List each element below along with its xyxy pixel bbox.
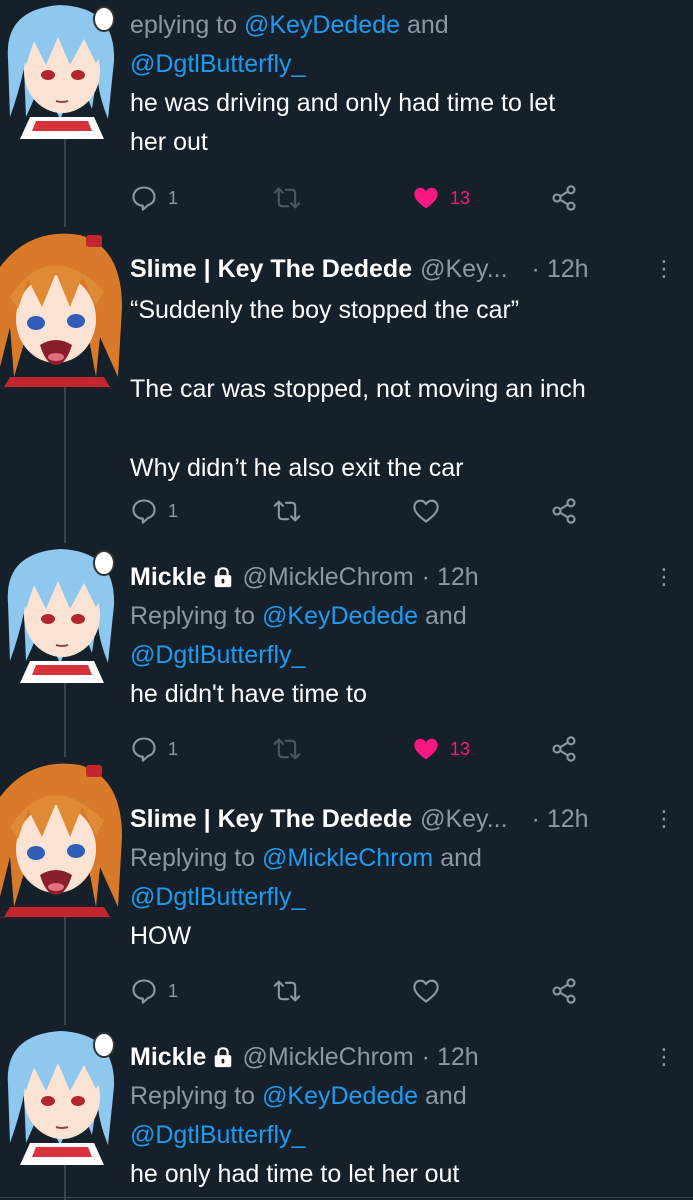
reply-context: Replying to @KeyDedede and @DgtlButterfl…: [130, 597, 665, 675]
avatar[interactable]: [0, 533, 122, 693]
retweet-button[interactable]: [273, 977, 301, 1005]
reply-icon: [130, 497, 158, 525]
and-label: and: [418, 1082, 467, 1110]
avatar[interactable]: [0, 755, 122, 919]
reply-count: 1: [168, 500, 179, 521]
replying-to-label: Replying to: [130, 602, 263, 630]
like-button[interactable]: [412, 497, 440, 525]
display-name[interactable]: Mickle: [130, 558, 206, 597]
display-name[interactable]: Mickle: [130, 1038, 206, 1077]
tweet[interactable]: Slime | Key The Dedede @Key... · 12h ⋮ R…: [0, 755, 693, 1013]
share-icon: [550, 497, 578, 525]
more-icon[interactable]: ⋮: [653, 1037, 675, 1076]
tweet-text: he was driving and only had time to let …: [130, 89, 556, 156]
share-button[interactable]: [550, 184, 578, 212]
user-handle[interactable]: @Key...: [420, 800, 507, 839]
and-label: and: [433, 844, 482, 872]
more-icon[interactable]: ⋮: [653, 249, 675, 288]
tweet[interactable]: Mickle @MickleChrom · 12h ⋮ Replying to …: [0, 1013, 693, 1200]
mention-link[interactable]: @DgtlButterfly_: [130, 641, 305, 669]
retweet-icon: [273, 497, 301, 525]
tweet-header: Mickle @MickleChrom · 12h ⋮: [130, 1037, 675, 1077]
replying-to-label: eplying to: [130, 11, 244, 39]
like-button[interactable]: 13: [412, 184, 470, 212]
mention-link[interactable]: @KeyDedede: [262, 602, 418, 630]
mention-link[interactable]: @DgtlButterfly_: [130, 1121, 305, 1149]
share-button[interactable]: [550, 497, 578, 525]
share-icon: [550, 977, 578, 1005]
reply-count: 1: [168, 187, 179, 208]
reply-button[interactable]: 1: [130, 497, 178, 525]
lock-icon: [212, 1046, 234, 1068]
tweet-text: HOW: [130, 922, 192, 950]
reply-button[interactable]: 1: [130, 977, 178, 1005]
tweet-header: Slime | Key The Dedede @Key... · 12h ⋮: [130, 249, 675, 289]
tweet-header: Slime | Key The Dedede @Key... · 12h ⋮: [130, 799, 675, 839]
timestamp[interactable]: · 12h: [532, 800, 589, 839]
and-label: and: [400, 11, 449, 39]
avatar[interactable]: [0, 0, 122, 142]
tweet-header: Mickle @MickleChrom · 12h ⋮: [130, 557, 675, 597]
retweet-button[interactable]: [273, 184, 301, 212]
display-name[interactable]: Slime | Key The Dedede: [130, 250, 412, 289]
share-icon: [550, 184, 578, 212]
retweet-icon: [273, 977, 301, 1005]
heart-icon: [412, 497, 440, 525]
avatar[interactable]: [0, 225, 122, 389]
tweet-actions: 1 13: [130, 184, 590, 214]
tweet-text: he didn't have time to: [130, 680, 367, 708]
user-handle[interactable]: @MickleChrom: [242, 1038, 413, 1077]
heart-icon: [412, 977, 440, 1005]
timestamp[interactable]: · 12h: [532, 250, 589, 289]
tweet[interactable]: Mickle @MickleChrom · 12h ⋮ Replying to …: [0, 533, 693, 755]
reply-icon: [130, 977, 158, 1005]
like-button[interactable]: [412, 977, 440, 1005]
timestamp[interactable]: · 12h: [422, 1038, 479, 1077]
reply-context: eplying to @KeyDedede and @DgtlButterfly…: [130, 6, 665, 84]
retweet-button[interactable]: [273, 497, 301, 525]
retweet-icon: [273, 184, 301, 212]
replying-to-label: Replying to: [130, 844, 263, 872]
tweet-actions: 1: [130, 497, 590, 527]
heart-icon: [412, 184, 440, 212]
more-icon[interactable]: ⋮: [653, 799, 675, 838]
avatar[interactable]: [0, 1013, 122, 1177]
like-count: 13: [450, 187, 471, 208]
tweet-text: he only had time to let her out: [130, 1160, 460, 1188]
tweet-text: “Suddenly the boy stopped the car” The c…: [130, 296, 586, 482]
reply-count: 1: [168, 980, 179, 1001]
tweet-thread: eplying to @KeyDedede and @DgtlButterfly…: [0, 0, 693, 1200]
lock-icon: [212, 566, 234, 588]
mention-link[interactable]: @KeyDedede: [244, 11, 400, 39]
mention-link[interactable]: @MickleChrom: [262, 844, 433, 872]
bottom-divider: [0, 1197, 693, 1198]
timestamp[interactable]: · 12h: [422, 558, 479, 597]
mention-link[interactable]: @KeyDedede: [262, 1082, 418, 1110]
tweet-actions: 1: [130, 977, 590, 1007]
tweet[interactable]: Slime | Key The Dedede @Key... · 12h ⋮ “…: [0, 225, 693, 533]
reply-button[interactable]: 1: [130, 184, 178, 212]
share-button[interactable]: [550, 977, 578, 1005]
more-icon[interactable]: ⋮: [653, 557, 675, 596]
mention-link[interactable]: @DgtlButterfly_: [130, 50, 305, 78]
user-handle[interactable]: @Key...: [420, 250, 507, 289]
reply-context: Replying to @MickleChrom and @DgtlButter…: [130, 839, 665, 917]
and-label: and: [418, 602, 467, 630]
user-handle[interactable]: @MickleChrom: [242, 558, 413, 597]
replying-to-label: Replying to: [130, 1082, 263, 1110]
tweet[interactable]: eplying to @KeyDedede and @DgtlButterfly…: [0, 0, 693, 225]
display-name[interactable]: Slime | Key The Dedede: [130, 800, 412, 839]
reply-context: Replying to @KeyDedede and @DgtlButterfl…: [130, 1077, 665, 1155]
reply-icon: [130, 184, 158, 212]
mention-link[interactable]: @DgtlButterfly_: [130, 883, 305, 911]
